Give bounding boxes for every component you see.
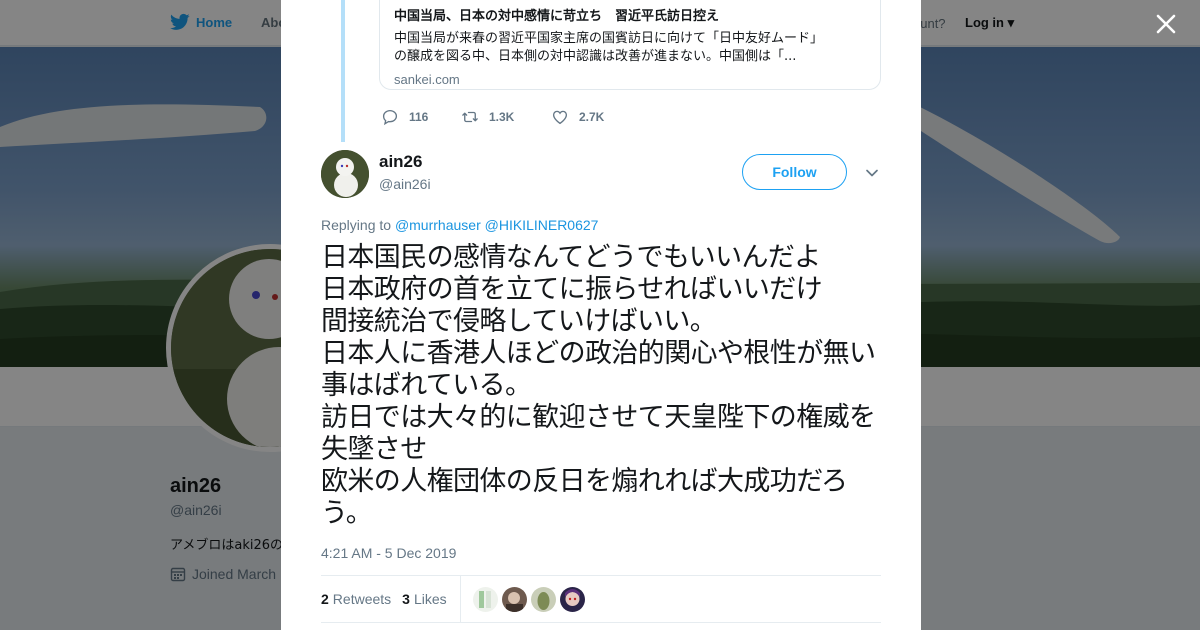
liker-avatar[interactable] (559, 586, 585, 612)
card-description-line: の醸成を図る中、日本側の対中認識は改善が進まない。中国側は「... (394, 49, 797, 64)
retweets-stat-count: 2 (321, 591, 329, 607)
mention-link[interactable]: @HIKILINER0627 (485, 217, 599, 233)
like-count: 2.7K (579, 110, 605, 124)
heart-icon (552, 110, 568, 125)
replying-to: Replying to @murrhauser @HIKILINER0627 (321, 217, 598, 233)
liker-avatar-image (530, 586, 556, 612)
liker-avatar[interactable] (501, 586, 527, 612)
retweets-stat-label: Retweets (332, 591, 392, 607)
reply-action[interactable]: 116 (381, 108, 461, 126)
close-icon[interactable] (1152, 10, 1180, 38)
link-preview-card[interactable]: 中国当局、日本の対中感情に苛立ち 習近平氏訪日控え 中国当局が来春の習近平国家主… (379, 0, 881, 90)
follow-button[interactable]: Follow (742, 154, 847, 190)
liker-avatars (472, 586, 585, 612)
likes-stat-count: 3 (402, 591, 410, 607)
mention-link[interactable]: @murrhauser (395, 217, 481, 233)
retweet-icon (462, 111, 478, 123)
stats-divider (459, 575, 461, 623)
card-domain: sankei.com (394, 72, 460, 87)
thread-connector-line (341, 0, 345, 142)
retweet-action[interactable]: 1.3K (461, 108, 551, 126)
likes-stat[interactable]: 3 Likes (402, 591, 446, 607)
tweet-modal: 中国当局、日本の対中感情に苛立ち 習近平氏訪日控え 中国当局が来春の習近平国家主… (281, 0, 921, 630)
author-avatar[interactable] (321, 150, 369, 198)
author-name[interactable]: ain26 (379, 152, 422, 172)
like-action[interactable]: 2.7K (551, 108, 631, 126)
tweet-stats: 2 Retweets 3 Likes (321, 575, 881, 623)
liker-avatar-image (472, 586, 498, 612)
reply-icon (382, 109, 398, 126)
replying-prefix: Replying to (321, 217, 392, 233)
card-description-line: 中国当局が来春の習近平国家主席の国賓訪日に向けて「日中友好ムード」 (394, 31, 824, 46)
card-description: 中国当局が来春の習近平国家主席の国賓訪日に向けて「日中友好ムード」 の醸成を図る… (394, 30, 866, 66)
likes-stat-label: Likes (413, 591, 447, 607)
liker-avatar-image (559, 586, 585, 612)
chevron-down-icon[interactable] (863, 164, 881, 182)
retweet-count: 1.3K (489, 110, 515, 124)
snowman-avatar-image (321, 150, 369, 198)
retweets-stat[interactable]: 2 Retweets (321, 591, 391, 607)
author-handle[interactable]: @ain26i (379, 176, 431, 192)
previous-tweet-actions: 116 1.3K 2.7K (381, 108, 631, 126)
tweet-text: 日本国民の感情なんてどうでもいいんだよ 日本政府の首を立てに振らせればいいだけ … (321, 242, 876, 529)
liker-avatar[interactable] (472, 586, 498, 612)
tweet-timestamp[interactable]: 4:21 AM - 5 Dec 2019 (321, 545, 456, 561)
card-title: 中国当局、日本の対中感情に苛立ち 習近平氏訪日控え (394, 9, 720, 24)
liker-avatar[interactable] (530, 586, 556, 612)
reply-count: 116 (409, 110, 429, 124)
liker-avatar-image (501, 586, 527, 612)
